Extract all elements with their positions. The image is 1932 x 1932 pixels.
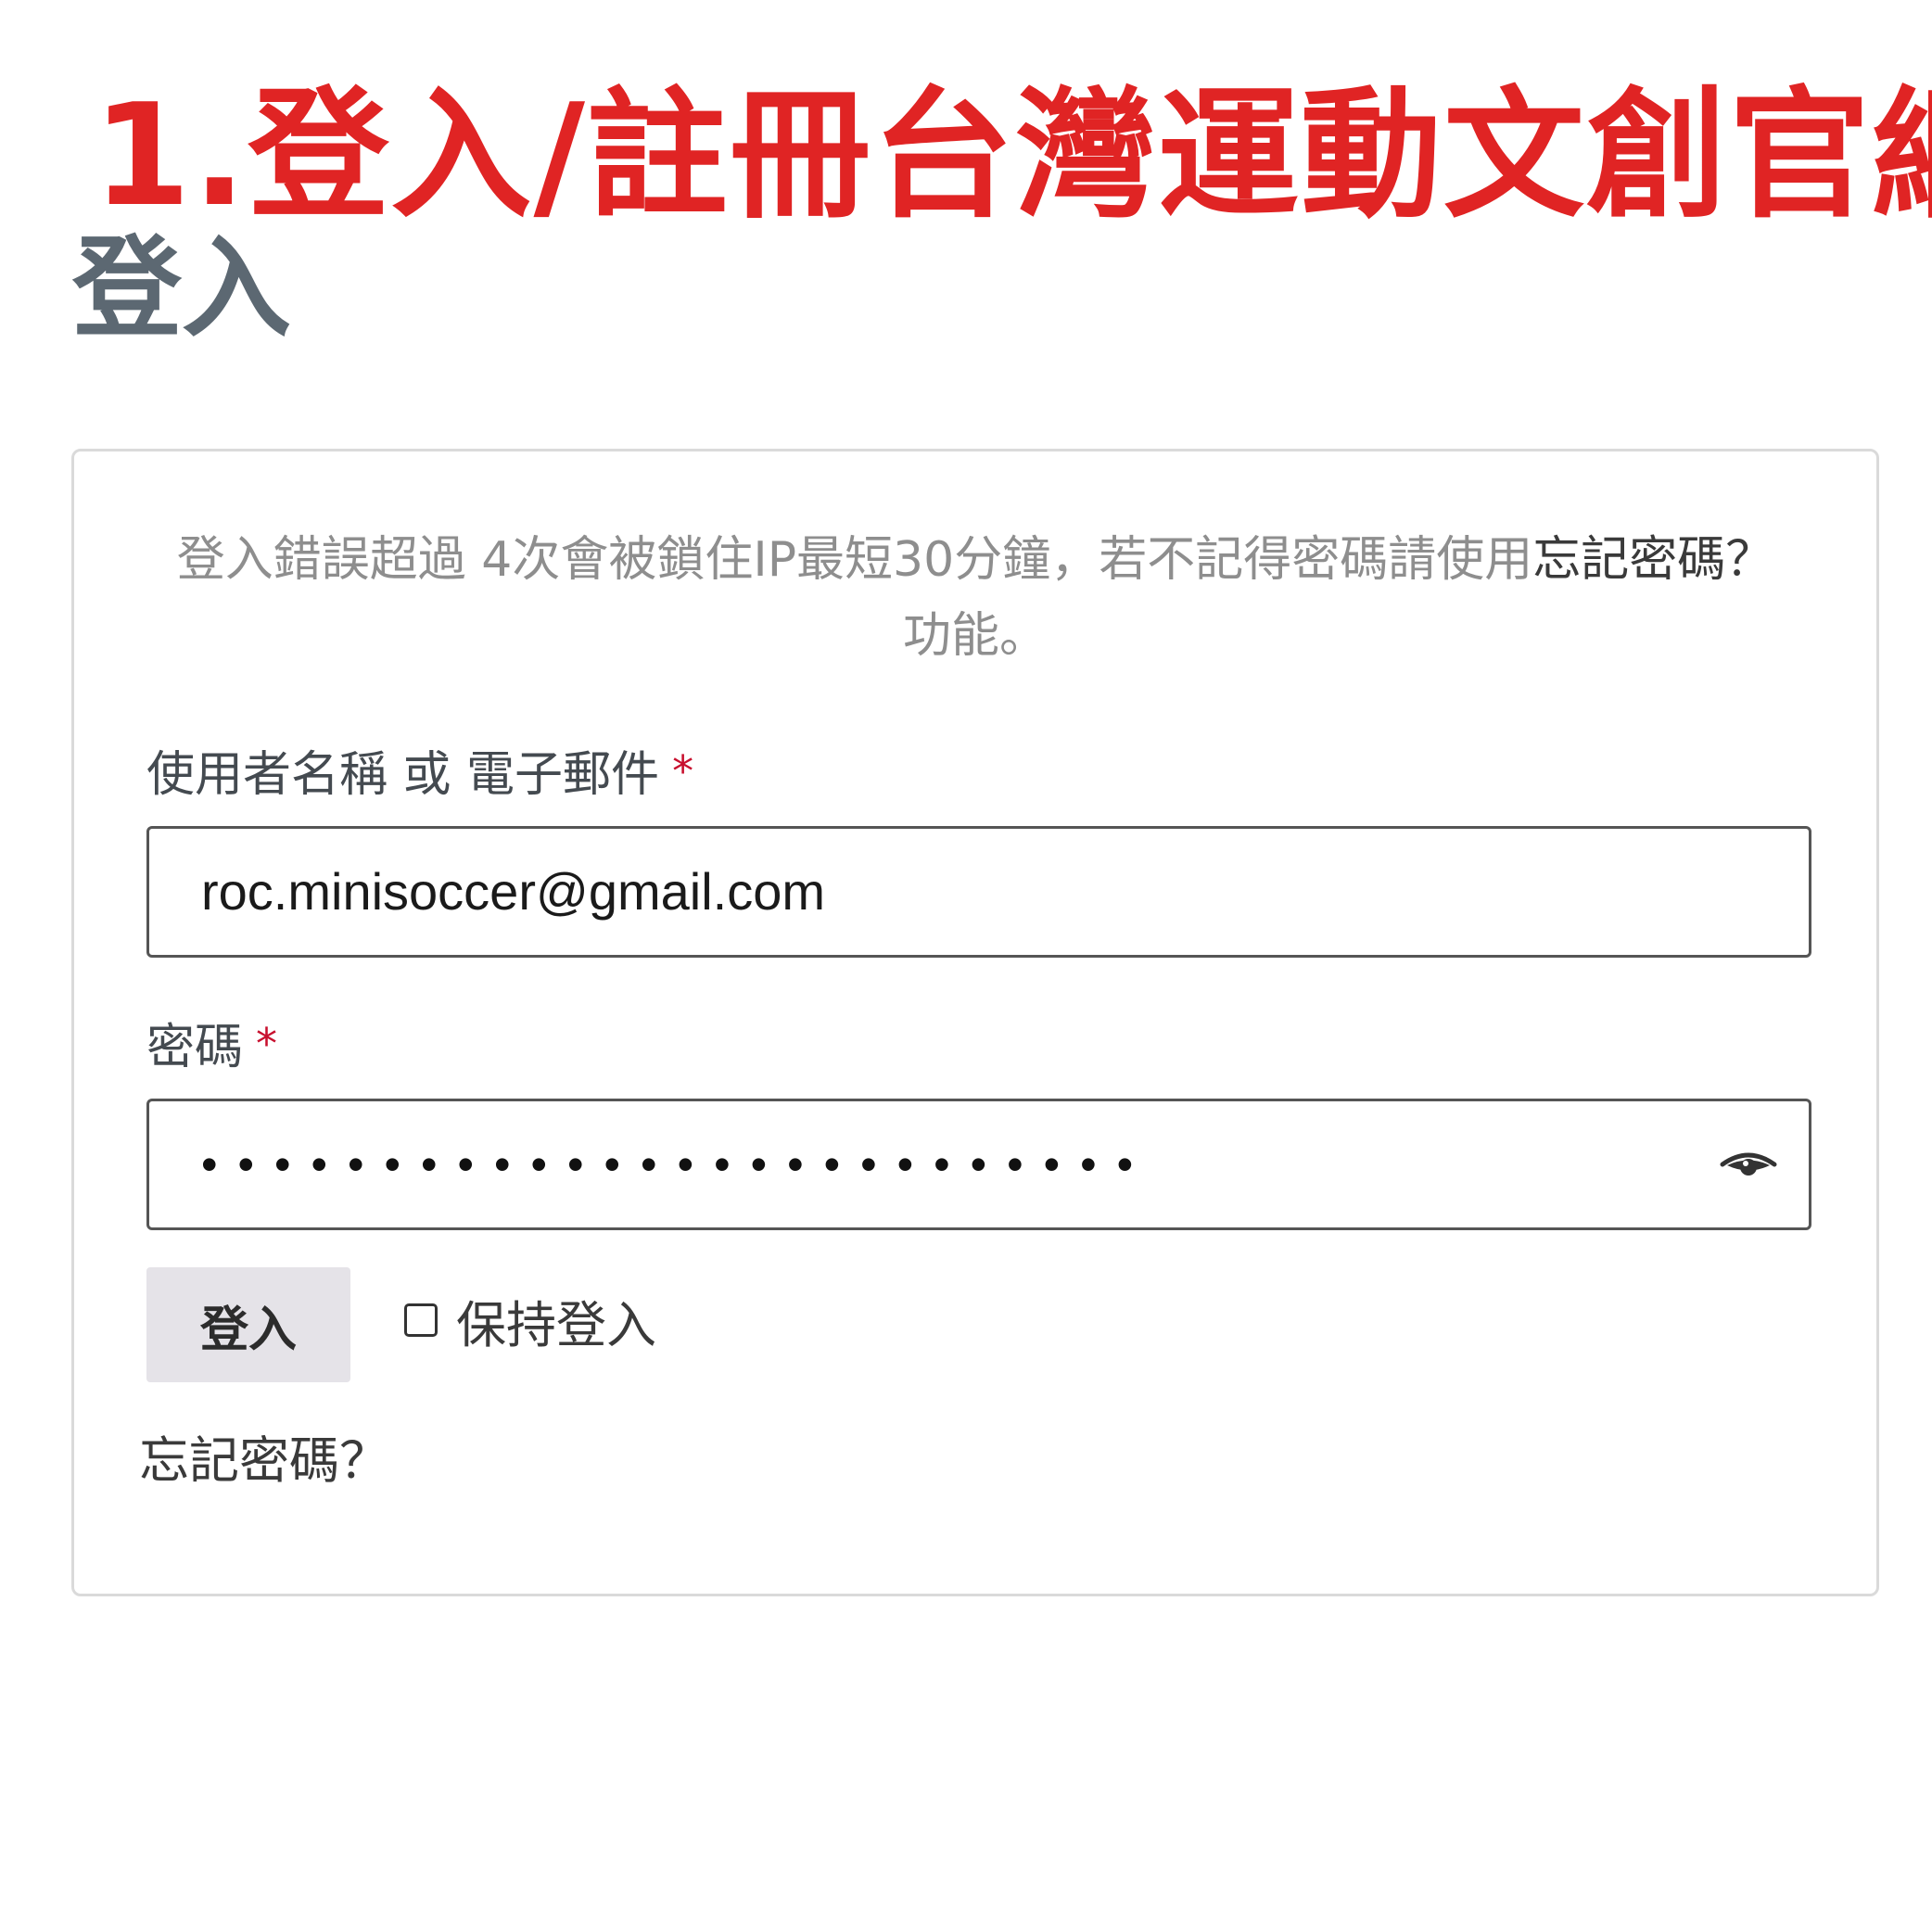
forgot-password-link[interactable]: 忘記密碼？ xyxy=(139,1419,389,1493)
username-label: 使用者名稱 或 電子郵件 * xyxy=(146,746,693,804)
username-input[interactable]: roc.minisoccer@gmail.com xyxy=(146,826,1811,958)
remember-label[interactable]: 保持登入 xyxy=(456,1284,656,1357)
eye-icon[interactable] xyxy=(1720,1150,1777,1183)
password-input[interactable]: •••••••••••••••••••••••••• xyxy=(146,1099,1811,1230)
notice-suffix: 功能。 xyxy=(902,608,1048,664)
password-label-text: 密碼 xyxy=(146,1020,244,1075)
remember-me[interactable]: 保持登入 xyxy=(404,1288,656,1354)
page-title: 登入 xyxy=(72,224,292,352)
login-button[interactable]: 登入 xyxy=(146,1267,350,1382)
login-form-card: 登入錯誤超過 4次會被鎖住IP最短30分鐘，若不記得密碼請使用忘記密碼？ 功能。 … xyxy=(71,449,1879,1596)
remember-checkbox[interactable] xyxy=(404,1303,438,1337)
login-notice: 登入錯誤超過 4次會被鎖住IP最短30分鐘，若不記得密碼請使用忘記密碼？ 功能。 xyxy=(130,522,1821,674)
notice-text: 登入錯誤超過 4次會被鎖住IP最短30分鐘，若不記得密碼請使用 xyxy=(176,532,1533,588)
password-label: 密碼 * xyxy=(146,1019,277,1076)
eye-icon-svg xyxy=(1720,1152,1777,1176)
username-value: roc.minisoccer@gmail.com xyxy=(201,862,825,921)
password-value: •••••••••••••••••••••••••• xyxy=(201,1138,1154,1190)
notice-forgot-password-link[interactable]: 忘記密碼？ xyxy=(1532,532,1773,588)
required-mark: * xyxy=(256,1019,278,1069)
required-mark: * xyxy=(672,746,694,796)
username-label-text: 使用者名稱 或 電子郵件 xyxy=(146,747,660,803)
banner-title: 1.登入/註冊台灣運動文創官網 xyxy=(93,73,1932,237)
